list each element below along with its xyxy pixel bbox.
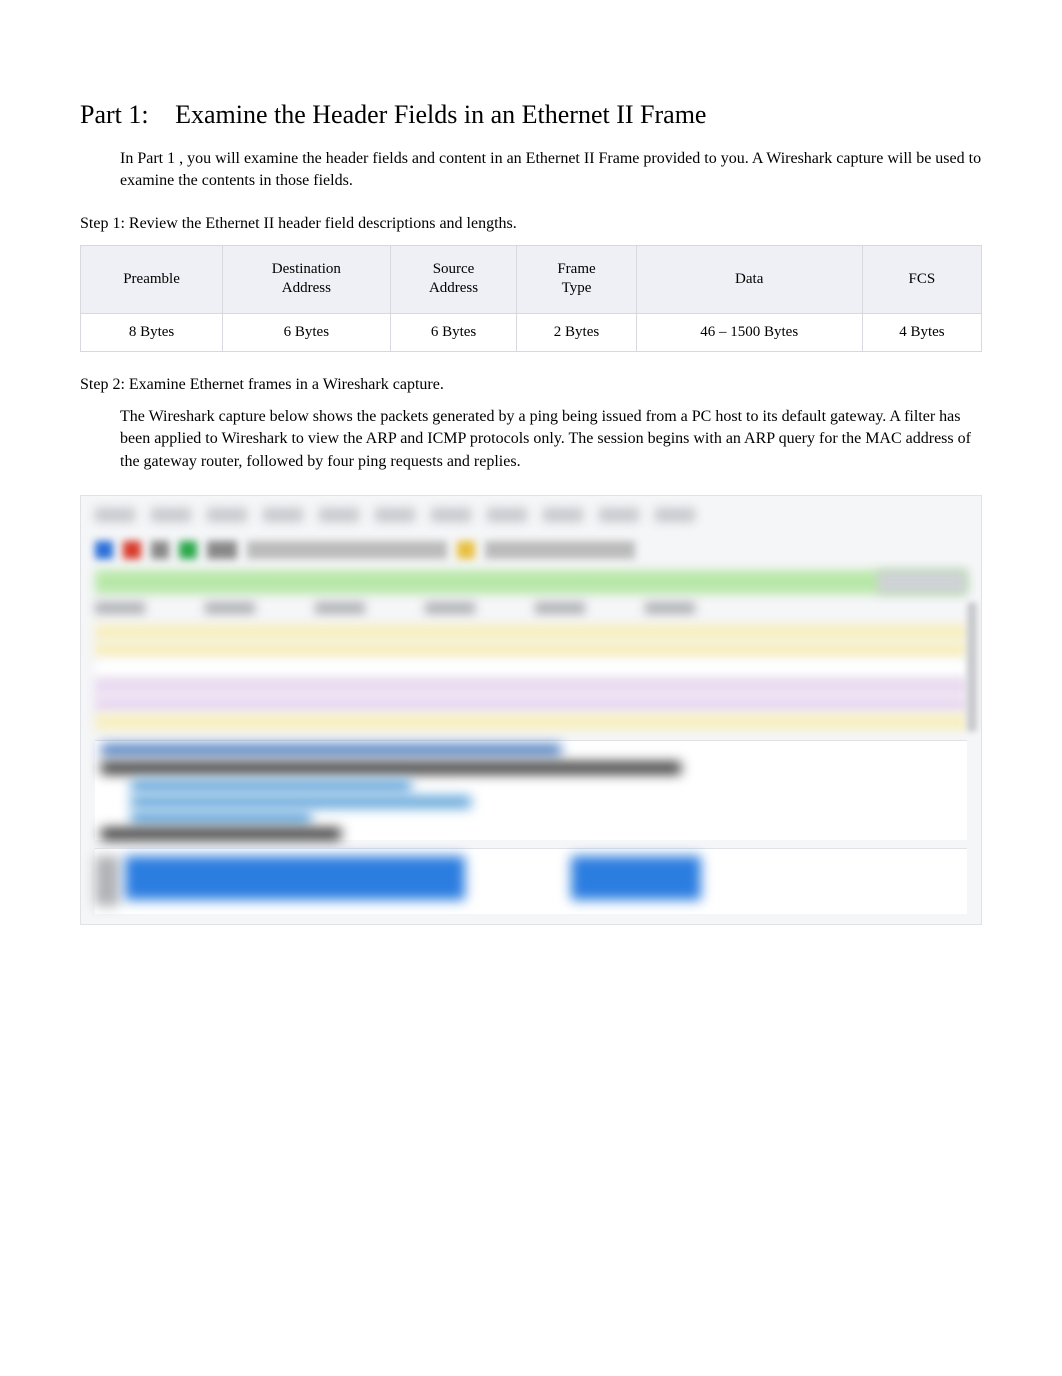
filter-right-controls [877,570,967,594]
step1-title: Step 1: Review the Ethernet II header fi… [80,215,982,233]
intro-bold1: Part 1 [137,150,175,167]
th-src-l1: Source [433,261,475,277]
wireshark-screenshot [80,495,982,925]
td-source: 6 Bytes [390,313,517,351]
hex-selection-ascii [571,856,701,900]
detail-line [101,828,341,840]
intro-prefix: In [120,150,137,167]
ethernet-header-table: Preamble Destination Address Source Addr… [80,245,982,352]
packet-row [95,660,967,676]
p2-mid3: protocols only. The session begins with … [466,430,744,447]
part-title: Part 1: Examine the Header Fields in an … [80,100,982,130]
p2-bold4: ARP [744,430,775,447]
th-fcs: FCS [862,245,981,313]
intro-mid1: , you will examine the header fields and… [175,150,526,167]
th-source: Source Address [390,245,517,313]
hex-selection [125,856,465,900]
detail-line [101,744,561,756]
packet-row [95,678,967,694]
part-intro: In Part 1 , you will examine the header … [120,148,982,193]
intro-bold2: Ethernet II Frame [526,150,640,167]
scrollbar [967,602,977,732]
th-dest-l2: Address [282,280,331,296]
th-destination: Destination Address [223,245,391,313]
packet-row [95,696,967,712]
td-data: 46 – 1500 Bytes [636,313,862,351]
table-data-row: 8 Bytes 6 Bytes 6 Bytes 2 Bytes 46 – 150… [81,313,982,351]
detail-line [131,812,311,824]
detail-line [131,780,411,792]
td-preamble: 8 Bytes [81,313,223,351]
p2-bold1: Wireshark [149,408,215,425]
td-frametype: 2 Bytes [517,313,636,351]
packet-row [95,624,967,640]
th-ft-l1: Frame [557,261,595,277]
toolbar-icons [95,538,967,562]
th-preamble: Preamble [81,245,223,313]
packet-row [95,642,967,658]
td-fcs: 4 Bytes [862,313,981,351]
part-number: Part 1: [80,100,149,129]
p2-mid2: and [396,430,427,447]
step2-paragraph: The Wireshark capture below shows the pa… [120,406,982,473]
p2-prefix: The [120,408,149,425]
hex-offset [95,856,119,906]
th-data: Data [636,245,862,313]
th-ft-l2: Type [562,280,592,296]
th-preamble-text: Preamble [123,271,180,287]
detail-line [131,796,471,808]
th-fcs-text: FCS [909,271,936,287]
packet-row [95,714,967,730]
p2-bold3: ICMP [427,430,466,447]
menu-bar [95,508,967,528]
step2-title: Step 2: Examine Ethernet frames in a Wir… [80,376,982,394]
column-headers [95,602,967,620]
part-title-text: Examine the Header Fields in an Ethernet… [175,100,706,129]
display-filter [95,570,967,594]
th-dest-l1: Destination [272,261,341,277]
intro-bold3: Wireshark [766,150,832,167]
th-data-text: Data [735,271,763,287]
th-frametype: Frame Type [517,245,636,313]
p2-bold2: ARP [366,430,397,447]
detail-line [101,762,681,774]
table-header-row: Preamble Destination Address Source Addr… [81,245,982,313]
intro-mid2: provided to you. A [639,150,766,167]
th-src-l2: Address [429,280,478,296]
td-destination: 6 Bytes [223,313,391,351]
